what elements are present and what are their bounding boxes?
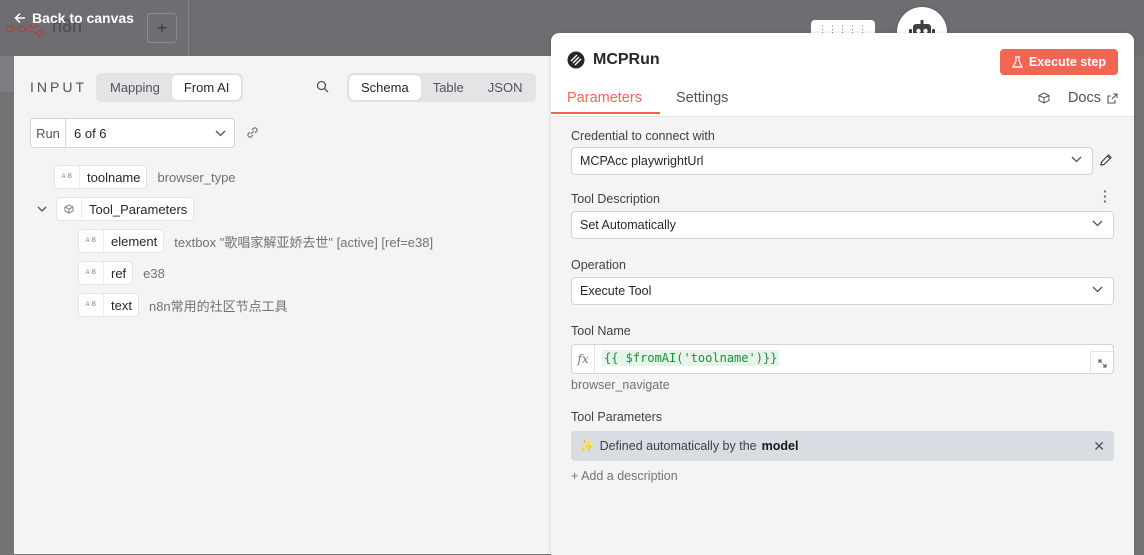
defined-by-text: Defined automatically by the [599,439,757,453]
run-label: Run [31,119,66,147]
tool-description-select[interactable]: Set Automatically [571,211,1114,239]
tool-name-label: Tool Name [571,324,631,338]
schema-row: A B toolname browser_type [54,165,236,189]
node-parameters-panel: MCPRun Execute step Parameters Settings … [551,33,1134,555]
execute-step-button[interactable]: Execute step [999,49,1118,75]
credential-value: MCPAcc playwrightUrl [580,154,704,168]
tool-description-value: Set Automatically [580,218,676,232]
string-type-icon: A B [55,166,80,188]
field-name: element [111,233,158,249]
run-selector[interactable]: Run 6 of 6 [30,118,235,148]
credential-label: Credential to connect with [571,129,715,143]
operation-label: Operation [571,258,626,272]
execute-step-label: Execute step [1028,55,1106,69]
object-type-icon [57,198,82,220]
search-icon[interactable] [316,80,329,93]
cube-icon[interactable] [1038,92,1050,104]
schema-field-pill[interactable]: A B element [78,229,165,253]
run-value: 6 of 6 [74,125,107,141]
tool-name-result-hint: browser_navigate [571,378,670,392]
tool-parameters-label: Tool Parameters [571,410,663,424]
docs-link[interactable]: Docs [1068,90,1118,106]
view-table[interactable]: Table [421,75,476,100]
field-name: Tool_Parameters [89,201,188,217]
node-title-text: MCPRun [593,51,660,68]
schema-row: Tool_Parameters [34,197,195,221]
tab-parameters[interactable]: Parameters [567,90,642,106]
schema-field-pill[interactable]: A B ref [78,261,134,285]
tool-name-expression-input[interactable]: fx {{ $fromAI('toolname')}} [571,344,1114,374]
add-node-button[interactable]: + [147,13,177,43]
field-name: ref [111,265,127,281]
input-panel: INPUT Mapping From AI Schema Table JSON … [14,56,551,554]
canvas-divider [188,0,189,56]
edit-credential-icon[interactable] [1099,153,1113,167]
tab-settings[interactable]: Settings [676,90,728,106]
node-title: MCPRun [567,51,660,69]
collapse-toggle[interactable] [34,206,50,212]
docs-label: Docs [1067,90,1101,106]
active-tab-indicator [551,112,660,114]
tool-description-label: Tool Description [571,192,660,206]
field-value: n8n常用的社区节点工具 [148,298,288,314]
view-json[interactable]: JSON [476,75,535,100]
fx-icon: fx [572,345,595,373]
close-icon[interactable]: ✕ [1093,438,1105,455]
schema-field-pill[interactable]: A B toolname [54,165,148,189]
arrow-left-icon [14,12,25,24]
back-to-canvas-label: Back to canvas [32,10,134,26]
chevron-down-icon [1092,220,1103,227]
schema-row: A B element textbox "歌唱家解亚娇去世" [active] … [78,229,433,253]
parameters-body: Credential to connect with MCPAcc playwr… [551,116,1134,555]
operation-select[interactable]: Execute Tool [571,277,1114,305]
defined-by-model: model [761,439,799,453]
input-mode-toggle: Mapping From AI [96,73,244,102]
chevron-down-icon [1092,286,1103,293]
field-value: textbox "歌唱家解亚娇去世" [active] [ref=e38] [174,234,434,250]
field-value: browser_type [157,169,236,185]
add-description-link[interactable]: + Add a description [571,469,678,483]
string-type-icon: A B [79,262,104,284]
sparkles-icon: ✨ [579,438,595,453]
input-panel-title: INPUT [30,79,87,95]
chevron-down-icon [37,206,47,212]
back-to-canvas-button[interactable]: Back to canvas [14,10,134,26]
string-type-icon: A B [79,230,104,252]
string-type-icon: A B [79,294,104,316]
expand-editor-icon[interactable] [1090,351,1113,374]
field-name: text [111,297,132,313]
node-tabs: Parameters Settings Docs [551,82,1134,115]
schema-row: A B text n8n常用的社区节点工具 [78,293,288,317]
field-value: e38 [143,265,165,281]
mcp-node-icon [567,51,585,69]
mode-mapping[interactable]: Mapping [98,75,172,100]
external-link-icon [1107,92,1118,104]
mode-from-ai[interactable]: From AI [171,75,242,100]
input-view-toggle: Schema Table JSON [347,73,537,102]
schema-field-pill[interactable]: A B text [78,293,139,317]
view-schema[interactable]: Schema [349,75,421,100]
credential-select[interactable]: MCPAcc playwrightUrl [571,147,1093,175]
defined-by-model-chip: ✨ Defined automatically by the model ✕ [571,431,1114,461]
tool-name-expression: {{ $fromAI('toolname')}} [602,350,780,366]
flask-icon [1011,56,1023,68]
chevron-down-icon [215,130,225,136]
plus-icon: + [156,17,168,38]
options-menu-icon[interactable]: · · · [1103,184,1108,208]
field-name: toolname [87,169,141,185]
link-runs-icon[interactable] [246,126,259,139]
chevron-down-icon [1071,156,1082,163]
schema-row: A B ref e38 [78,261,165,285]
schema-field-pill[interactable]: Tool_Parameters [56,197,195,221]
operation-value: Execute Tool [580,284,652,298]
canvas-left-edge [0,56,14,554]
